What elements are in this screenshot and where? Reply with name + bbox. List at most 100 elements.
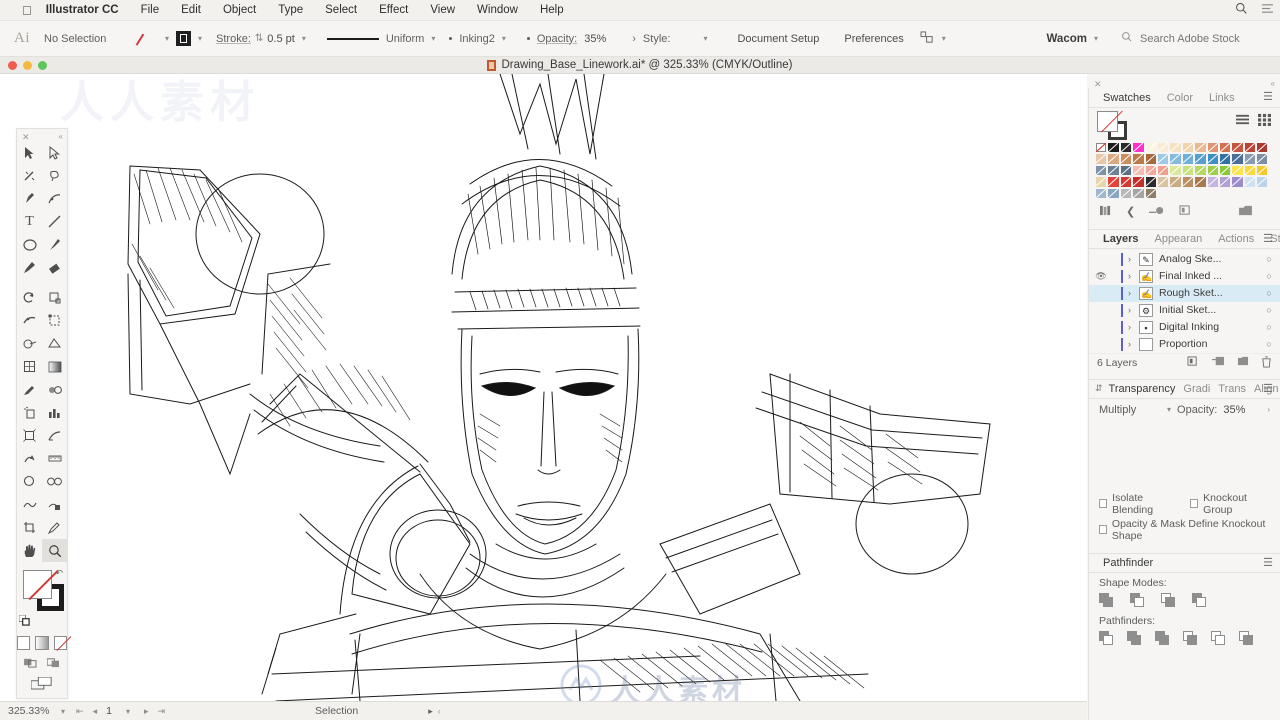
eraser-tool[interactable]	[42, 256, 67, 279]
layer-visibility-icon[interactable]: 👁	[1091, 271, 1111, 282]
swatches-grid[interactable]	[1089, 140, 1280, 199]
tab-swatches[interactable]: Swatches	[1095, 92, 1159, 104]
eyedropper-tool[interactable]	[17, 378, 42, 401]
symbol-sprayer-tool[interactable]	[17, 401, 42, 424]
layer-name[interactable]: Final Inked ...	[1159, 270, 1258, 282]
swatch-cell[interactable]	[1120, 188, 1132, 199]
draw-normal-icon[interactable]	[24, 657, 37, 671]
last-artboard-icon[interactable]: ⇥	[157, 706, 165, 717]
stroke-dropdown-caret-icon[interactable]: ▾	[191, 34, 209, 43]
tab-layers[interactable]: Layers	[1095, 233, 1146, 245]
layer-expand-arrow-icon[interactable]: ›	[1128, 322, 1139, 332]
swatch-cell[interactable]	[1244, 142, 1256, 153]
direct-selection-tool[interactable]	[42, 141, 67, 164]
swatch-libraries-icon[interactable]	[1099, 205, 1112, 219]
swatch-cell[interactable]	[1157, 165, 1169, 176]
layer-row[interactable]: › ✍ Rough Sket... ○	[1089, 284, 1280, 302]
layer-target-circle-icon[interactable]: ○	[1258, 322, 1280, 332]
swatch-cell[interactable]	[1256, 153, 1268, 164]
swatches-fill-box[interactable]	[1097, 111, 1118, 132]
artboard-caret-icon[interactable]: ▾	[121, 707, 135, 716]
workspace-caret-icon[interactable]: ▾	[1087, 34, 1105, 43]
control-center-icon[interactable]	[1254, 3, 1280, 17]
delete-layer-icon[interactable]	[1261, 356, 1272, 371]
screen-mode-button[interactable]	[17, 671, 67, 690]
transparency-opacity-value[interactable]: 35%	[1223, 404, 1245, 416]
layer-target-circle-icon[interactable]: ○	[1258, 339, 1280, 349]
prev-artboard-icon[interactable]: ◂	[93, 706, 98, 717]
artboard-navigation[interactable]: ⇤ ◂ 1 ▾ ▸ ⇥	[76, 705, 165, 717]
new-swatch-icon[interactable]	[1238, 205, 1253, 219]
swatches-panel-menu-icon[interactable]: ☰	[1263, 92, 1273, 103]
swatch-cell[interactable]	[1182, 153, 1194, 164]
swatch-cell[interactable]	[1256, 176, 1268, 187]
layer-target-circle-icon[interactable]: ○	[1258, 271, 1280, 281]
swatch-cell[interactable]	[1120, 142, 1132, 153]
type-tool[interactable]: T	[17, 210, 42, 233]
swatch-cell[interactable]	[1244, 153, 1256, 164]
stroke-weight-caret-icon[interactable]: ▾	[295, 34, 313, 43]
swatch-cell[interactable]	[1157, 176, 1169, 187]
draw-behind-icon[interactable]	[46, 657, 60, 671]
transparency-panel-menu-icon[interactable]: ☰	[1263, 383, 1273, 395]
column-graph-tool[interactable]	[42, 401, 67, 424]
swatch-cell[interactable]	[1256, 165, 1268, 176]
crop-icon[interactable]	[1183, 630, 1198, 645]
perspective-grid-tool[interactable]	[42, 332, 67, 355]
opacity-mask-knockout-checkbox[interactable]	[1099, 525, 1107, 535]
menu-type[interactable]: Type	[267, 0, 314, 21]
minus-back-icon[interactable]	[1239, 630, 1254, 645]
zoom-tool[interactable]	[42, 539, 67, 562]
search-adobe-stock-input[interactable]	[1140, 32, 1260, 45]
swatch-cell[interactable]	[1182, 176, 1194, 187]
align-objects-icon[interactable]	[920, 30, 935, 47]
knockout-group-checkbox[interactable]	[1190, 499, 1199, 509]
swatch-cell[interactable]	[1219, 142, 1231, 153]
swatch-cell[interactable]	[1107, 142, 1119, 153]
menu-file[interactable]: File	[130, 0, 171, 21]
merge-icon[interactable]	[1155, 630, 1170, 645]
swatch-cell[interactable]	[1207, 153, 1219, 164]
show-swatch-kinds-icon[interactable]: ❮	[1126, 205, 1135, 218]
layer-target-circle-icon[interactable]: ○	[1258, 305, 1280, 315]
swatch-cell[interactable]	[1194, 165, 1206, 176]
document-tab[interactable]: Drawing_Base_Linework.ai* @ 325.33% (CMY…	[487, 59, 793, 71]
intersect-icon[interactable]	[1161, 592, 1176, 607]
paintbrush-tool[interactable]	[42, 233, 67, 256]
align-caret-icon[interactable]: ▾	[935, 34, 953, 43]
isolate-blending-checkbox[interactable]	[1099, 499, 1108, 509]
layer-expand-arrow-icon[interactable]: ›	[1128, 288, 1139, 298]
swatch-cell[interactable]	[1095, 153, 1107, 164]
layer-row[interactable]: 👁 › ✍ Final Inked ... ○	[1089, 268, 1280, 285]
swatch-cell[interactable]	[1244, 165, 1256, 176]
opacity-expand-icon[interactable]: ›	[632, 33, 636, 45]
swatch-cell[interactable]	[1231, 142, 1243, 153]
gradient-tool[interactable]	[42, 355, 67, 378]
rotate-view-tool[interactable]	[17, 447, 42, 470]
print-tiling-tool[interactable]	[42, 493, 67, 516]
lasso-tool[interactable]	[42, 164, 67, 187]
stroke-swatch-button[interactable]	[176, 31, 192, 46]
swatch-cell[interactable]	[1095, 165, 1107, 176]
swatch-cell[interactable]	[1132, 165, 1144, 176]
layer-row[interactable]: › Proportion ○	[1089, 336, 1280, 353]
unite-icon[interactable]	[1099, 592, 1114, 607]
style-caret-icon[interactable]: ▾	[696, 34, 714, 43]
swatch-cell[interactable]	[1120, 176, 1132, 187]
spotlight-search-icon[interactable]	[1228, 2, 1254, 18]
swatch-cell[interactable]	[1107, 188, 1119, 199]
search-adobe-stock-icon[interactable]	[1121, 31, 1133, 46]
slice-tool[interactable]	[42, 424, 67, 447]
tab-actions[interactable]: Actions	[1210, 233, 1262, 245]
swatch-cell[interactable]	[1145, 188, 1157, 199]
layer-expand-arrow-icon[interactable]: ›	[1128, 254, 1139, 264]
zoom-level-value[interactable]: 325.33%	[0, 705, 56, 717]
divide-icon[interactable]	[1099, 630, 1114, 645]
swatch-cell[interactable]	[1256, 142, 1268, 153]
zoom-caret-icon[interactable]: ▾	[56, 707, 70, 716]
pathfinder-panel-menu-icon[interactable]: ☰	[1263, 557, 1273, 569]
swatch-cell[interactable]	[1219, 165, 1231, 176]
curvature-tool[interactable]	[42, 187, 67, 210]
list-view-icon[interactable]	[1235, 113, 1250, 129]
layer-target-circle-icon[interactable]: ○	[1258, 254, 1280, 264]
